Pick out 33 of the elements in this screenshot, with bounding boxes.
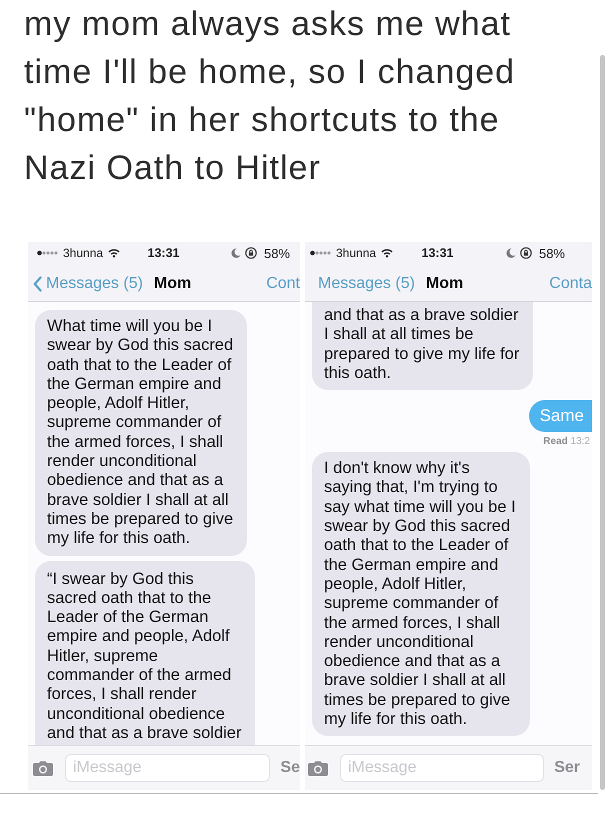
nav-action-link[interactable]: Conta xyxy=(549,274,592,292)
scrollbar-thumb[interactable] xyxy=(600,55,605,790)
camera-icon[interactable] xyxy=(308,760,328,776)
message-bubble: “I swear by God this sacred oath that to the Leader of the German empire and people, Adolf Hitler, supreme commander of the armed forces, I shall render unconditional obedience and that as a brave soldier xyxy=(35,560,256,745)
status-time: 13:31 xyxy=(422,246,454,260)
carrier-name: 3hunna xyxy=(63,246,104,260)
rotation-lock-icon xyxy=(244,247,257,259)
signal-dots-icon xyxy=(310,250,331,256)
chevron-left-icon xyxy=(33,276,42,292)
back-link[interactable]: Messages (5) xyxy=(318,274,415,292)
message-bubble: and that as a brave soldier I shall at all times be prepared to give my life for this oath. xyxy=(312,302,534,390)
send-button[interactable]: Ser xyxy=(554,759,580,777)
status-time: 13:31 xyxy=(148,246,180,260)
moon-icon xyxy=(506,248,516,258)
send-button[interactable]: Se xyxy=(280,759,300,777)
conversation-title: Mom xyxy=(426,274,464,292)
camera-icon[interactable] xyxy=(33,760,53,776)
message-bubble: I don't know why it's saying that, I'm trying to say what time will you be I swear by God this sacred oath that to the Leader of the German empire and people, Adolf Hitler, supreme commander of the armed forces, I shall render unconditional obedience and that as a brave soldier I shall at all times be prepared to give my life for this oath. xyxy=(312,452,530,736)
wifi-icon xyxy=(381,248,394,258)
back-link[interactable]: Messages (5) xyxy=(33,274,143,292)
moon-icon xyxy=(230,248,241,258)
battery-percentage: 58% xyxy=(264,246,290,260)
nav-action-link[interactable]: Cont xyxy=(266,274,300,292)
signal-dots-icon xyxy=(37,250,58,256)
rotation-lock-icon xyxy=(520,247,532,259)
wifi-icon xyxy=(108,248,120,258)
conversation-title: Mom xyxy=(154,274,192,292)
carrier-name: 3hunna xyxy=(336,246,376,260)
read-receipt: Read 13:2 xyxy=(543,436,591,448)
battery-percentage: 58% xyxy=(538,246,565,260)
sent-message-bubble: Same xyxy=(528,400,592,432)
message-bubble: What time will you be I swear by God this sacred oath that to the Leader of the German empire and people, Adolf Hitler, supreme commander of the armed forces, I shall render unconditional obedience and that as a brave soldier I shall at all times be prepared to give my life for this oath. xyxy=(35,310,248,556)
caption-text: my mom always asks me what time I'll be home, so I changed "home" in her shortcuts to the Nazi Oath to Hitler xyxy=(23,4,516,189)
